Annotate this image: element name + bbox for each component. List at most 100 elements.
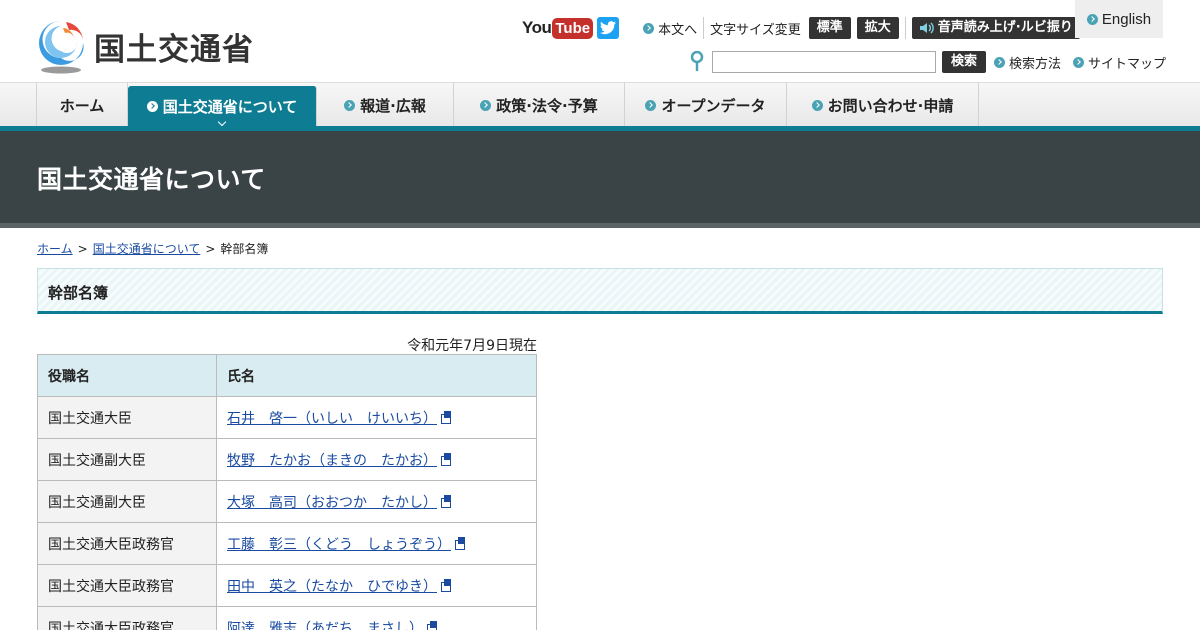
chevron-down-icon: [217, 117, 227, 127]
divider: [904, 17, 906, 39]
utility-bar: You Tube 本文へ 文字サイズ変更 標準 拡大 音声読み上げ·ルビ振り: [522, 16, 1080, 40]
arrow-circle-icon: [480, 99, 492, 111]
person-name: 工藤 彰三（くどう しょうぞう）: [227, 536, 451, 553]
nav-item-label: ホーム: [59, 96, 105, 115]
global-nav: ホーム 国土交通省について 報道·広報 政策·法令·予算 オープンデータ お問い…: [0, 82, 1200, 127]
youtube-you-text: You: [522, 18, 552, 37]
mlit-logo-icon: [36, 18, 86, 74]
site-header: 国土交通省 You Tube 本文へ 文字サイズ変更 標準 拡大 音声読み上げ·…: [0, 0, 1200, 82]
arrow-circle-icon: [344, 99, 356, 111]
table-row: 国土交通大臣政務官 阿達 雅志（あだち まさし）: [37, 606, 537, 630]
breadcrumb-about-link[interactable]: 国土交通省について: [93, 240, 201, 257]
external-window-icon: [427, 620, 437, 630]
table-row: 国土交通大臣政務官 田中 英之（たなか ひでゆき）: [37, 564, 537, 607]
name-cell: 牧野 たかお（まきの たかお）: [216, 438, 537, 481]
table-row: 国土交通大臣 石井 啓一（いしい けいいち）: [37, 396, 537, 439]
name-cell: 石井 啓一（いしい けいいち）: [216, 396, 537, 439]
role-cell: 国土交通副大臣: [37, 438, 217, 481]
executive-roster-table: 役職名 氏名 国土交通大臣 石井 啓一（いしい けいいち） 国土交通副大臣 牧野…: [37, 354, 537, 630]
breadcrumb-home-link[interactable]: ホーム: [37, 240, 73, 257]
arrow-circle-icon: [1086, 13, 1098, 25]
as-of-date: 令和元年7月9日現在: [407, 338, 537, 354]
category-title: 国土交通省について: [37, 165, 266, 194]
font-standard-button[interactable]: 標準: [808, 17, 851, 39]
role-cell: 国土交通大臣: [37, 396, 217, 439]
twitter-icon[interactable]: [597, 17, 620, 39]
nav-item-about[interactable]: 国土交通省について: [128, 86, 317, 127]
voice-reader-label: 音声読み上げ·ルビ振り: [937, 20, 1073, 35]
arrow-circle-icon: [146, 101, 158, 112]
person-link[interactable]: 田中 英之（たなか ひでゆき）: [227, 579, 437, 595]
search-input[interactable]: [712, 51, 936, 73]
arrow-circle-icon: [994, 56, 1006, 68]
youtube-link[interactable]: You Tube: [522, 17, 594, 39]
role-cell: 国土交通大臣政務官: [37, 564, 217, 607]
section-heading: 幹部名簿: [37, 268, 1163, 314]
external-window-icon: [441, 410, 451, 424]
nav-item-opendata[interactable]: オープンデータ: [625, 83, 787, 127]
person-name: 牧野 たかお（まきの たかお）: [227, 452, 437, 469]
nav-item-label: 政策·法令·予算: [496, 96, 598, 115]
nav-item-policy[interactable]: 政策·法令·予算: [454, 83, 625, 127]
person-name: 阿達 雅志（あだち まさし）: [227, 620, 423, 630]
youtube-tube-text: Tube: [552, 17, 594, 39]
search-bar: 検索 検索方法 サイトマップ: [690, 50, 1166, 74]
person-name: 石井 啓一（いしい けいいち）: [227, 410, 437, 427]
skip-link-label: 本文へ: [658, 22, 698, 38]
search-method-label: 検索方法: [1009, 56, 1062, 72]
table-row: 国土交通大臣政務官 工藤 彰三（くどう しょうぞう）: [37, 522, 537, 565]
arrow-circle-icon: [643, 22, 655, 34]
search-button[interactable]: 検索: [942, 51, 987, 73]
person-link[interactable]: 工藤 彰三（くどう しょうぞう）: [227, 537, 451, 553]
external-window-icon: [441, 578, 451, 592]
font-size-label: 文字サイズ変更: [710, 22, 801, 38]
person-link[interactable]: 石井 啓一（いしい けいいち）: [227, 411, 437, 427]
sitemap-label: サイトマップ: [1088, 56, 1167, 72]
nav-item-home[interactable]: ホーム: [36, 83, 128, 127]
nav-item-label: 報道·広報: [360, 96, 426, 115]
divider: [703, 17, 705, 39]
skip-to-content-link[interactable]: 本文へ: [643, 19, 697, 38]
arrow-circle-icon: [1073, 56, 1085, 68]
breadcrumb-current: 幹部名簿: [220, 242, 269, 256]
name-cell: 工藤 彰三（くどう しょうぞう）: [216, 522, 537, 565]
nav-item-press[interactable]: 報道·広報: [317, 83, 454, 127]
site-name: 国土交通省: [94, 31, 254, 68]
speaker-icon: [919, 22, 934, 34]
page-title: 幹部名簿: [48, 284, 109, 302]
nav-item-contact[interactable]: お問い合わせ·申請: [787, 83, 979, 127]
table-row: 国土交通副大臣 牧野 たかお（まきの たかお）: [37, 438, 537, 481]
font-large-button[interactable]: 拡大: [856, 17, 899, 39]
person-link[interactable]: 牧野 たかお（まきの たかお）: [227, 453, 437, 469]
name-cell: 田中 英之（たなか ひでゆき）: [216, 564, 537, 607]
external-window-icon: [441, 452, 451, 466]
table-header-row: 役職名 氏名: [37, 354, 537, 397]
name-cell: 阿達 雅志（あだち まさし）: [216, 606, 537, 630]
breadcrumb-separator: >: [205, 241, 216, 256]
site-logo[interactable]: 国土交通省: [36, 18, 254, 74]
column-header-name: 氏名: [216, 354, 537, 397]
role-cell: 国土交通大臣政務官: [37, 606, 217, 630]
arrow-circle-icon: [811, 99, 823, 111]
role-cell: 国土交通副大臣: [37, 480, 217, 523]
nav-item-label: お問い合わせ·申請: [827, 96, 954, 115]
breadcrumb-separator: >: [77, 241, 88, 256]
person-name: 大塚 高司（おおつか たかし）: [227, 494, 437, 511]
english-link[interactable]: English: [1075, 0, 1163, 38]
person-link[interactable]: 阿達 雅志（あだち まさし）: [227, 621, 423, 630]
search-method-link[interactable]: 検索方法: [994, 53, 1061, 72]
nav-item-label: オープンデータ: [661, 96, 766, 115]
column-header-role: 役職名: [37, 354, 217, 397]
person-link[interactable]: 大塚 高司（おおつか たかし）: [227, 495, 437, 511]
english-label: English: [1101, 10, 1152, 28]
sitemap-link[interactable]: サイトマップ: [1073, 53, 1166, 72]
role-cell: 国土交通大臣政務官: [37, 522, 217, 565]
breadcrumb: ホーム > 国土交通省について > 幹部名簿: [37, 240, 268, 257]
external-window-icon: [455, 536, 465, 550]
external-window-icon: [441, 494, 451, 508]
arrow-circle-icon: [645, 99, 657, 111]
location-pin-icon: [690, 50, 704, 73]
name-cell: 大塚 高司（おおつか たかし）: [216, 480, 537, 523]
voice-reader-button[interactable]: 音声読み上げ·ルビ振り: [911, 17, 1080, 39]
nav-item-label: 国土交通省について: [162, 98, 298, 116]
